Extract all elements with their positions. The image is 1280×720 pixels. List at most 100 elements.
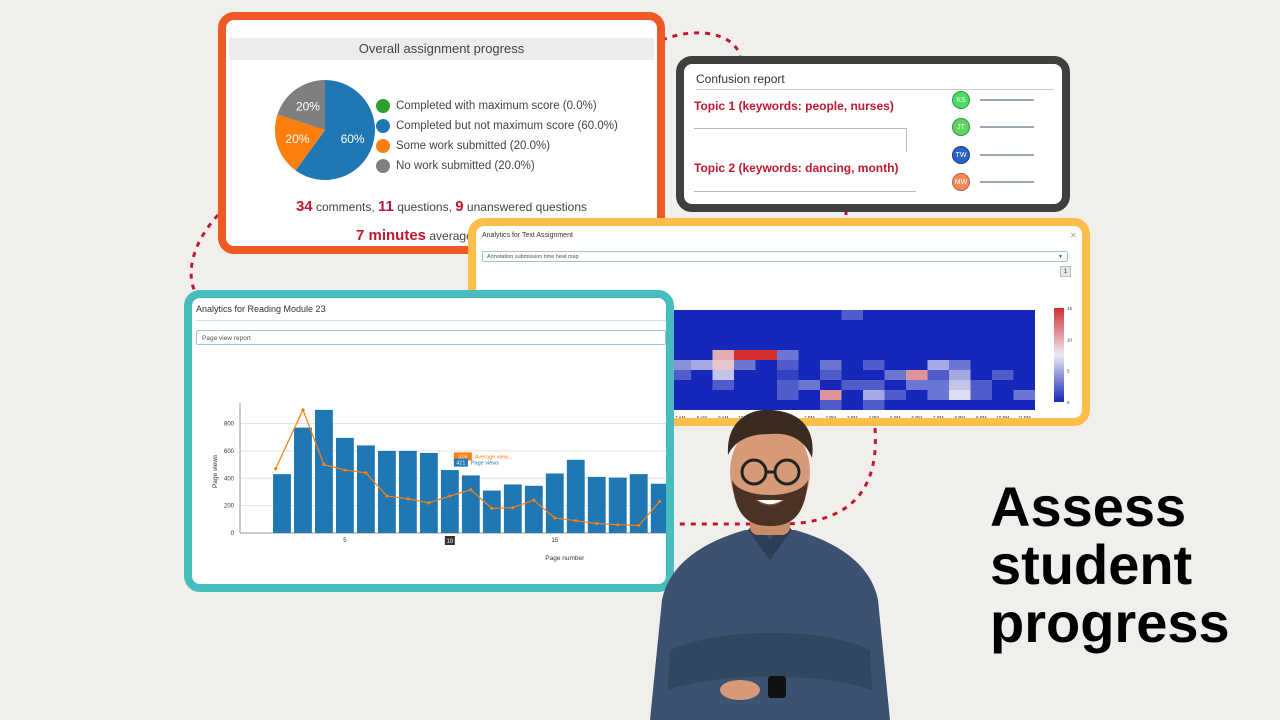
comments-count: 34	[295, 198, 313, 215]
pie-slice-label: 60%	[341, 132, 365, 146]
heatmap-cell	[777, 350, 799, 360]
headline-line-1: Assess	[990, 475, 1187, 538]
progress-card-title: Overall assignment progress	[229, 38, 654, 60]
colorbar-tick: 5	[1067, 369, 1070, 374]
y-tick-label: 200	[224, 504, 235, 510]
heatmap-x-tick: 9 PM	[976, 415, 987, 418]
heatmap-cell	[863, 380, 885, 390]
close-icon[interactable]: ✕	[1070, 231, 1077, 240]
divider	[694, 191, 916, 192]
heatmap-cell	[777, 380, 799, 390]
page-views-chart: 020040060080051015Page numberPage views1…	[212, 403, 666, 562]
comments-label: comments,	[312, 200, 379, 214]
x-tick-label: 15	[551, 538, 558, 544]
connector-progress-confusion	[661, 31, 742, 57]
avatar-jt[interactable]: JT	[952, 118, 970, 136]
heatmap-cell	[712, 360, 734, 370]
heatmap-cell	[884, 390, 906, 400]
topic-2-link[interactable]: Topic 2 (keywords: dancing, month)	[694, 161, 898, 175]
line-point	[448, 494, 452, 498]
headline-line-3: progress	[990, 591, 1230, 654]
divider	[196, 320, 666, 321]
line-point	[553, 516, 557, 520]
heatmap-colorbar	[1054, 308, 1064, 402]
line-point	[427, 501, 431, 505]
bar	[524, 485, 543, 533]
line-point	[274, 467, 278, 471]
heatmap-cell	[777, 370, 799, 380]
legend-label: Completed with maximum score (0.0%)	[396, 100, 597, 112]
heatmap-cell	[712, 380, 734, 390]
heatmap-x-tick: 7 PM	[933, 415, 944, 418]
legend-label: No work submitted (20.0%)	[396, 160, 535, 172]
heatmap-cell	[841, 380, 863, 390]
report-type-select[interactable]: Annotation submission time heat map ▼	[482, 251, 1068, 262]
avatar-tw[interactable]: TW	[952, 146, 970, 164]
bar	[482, 490, 501, 533]
bar	[440, 470, 459, 533]
divider	[694, 128, 906, 129]
discussion-stats: 34 comments, 11 questions, 9 unanswered …	[226, 198, 657, 215]
pie-slice-label: 20%	[285, 132, 309, 146]
heatmap-cell	[927, 390, 949, 400]
heatmap-cell	[820, 370, 842, 380]
heatmap-cell	[884, 370, 906, 380]
heatmap-cell	[777, 390, 799, 400]
bar	[336, 437, 354, 533]
legend-label: Some work submitted (20.0%)	[396, 140, 551, 152]
bar	[377, 450, 396, 533]
line-point	[490, 506, 494, 510]
line-point	[364, 471, 368, 475]
avatar-mw[interactable]: MW	[952, 173, 970, 191]
y-tick-label: 800	[224, 422, 235, 428]
progress-legend: Completed with maximum score (0.0%) Comp…	[376, 96, 618, 176]
heatmap-cell	[906, 370, 928, 380]
colorbar-tick: 0	[1067, 400, 1070, 405]
avatar-bar	[980, 126, 1034, 128]
line-point	[385, 494, 389, 498]
divider	[696, 89, 1054, 90]
legend-item-no-work: No work submitted (20.0%)	[376, 156, 618, 176]
heatmap-x-tick: 8 PM	[954, 415, 965, 418]
line-point	[469, 488, 473, 492]
x-axis-label: Page number	[545, 555, 585, 562]
progress-pie-chart: 60% 20% 20%	[275, 80, 375, 180]
unanswered-count: 9	[455, 198, 464, 215]
heatmap-cell	[949, 380, 971, 390]
page-button[interactable]: 1	[1060, 266, 1071, 277]
legend-item-not-max-score: Completed but not maximum score (60.0%)	[376, 116, 618, 136]
left-hand	[720, 680, 760, 700]
heatmap-cell	[691, 360, 713, 370]
tooltip-average-label: Average view...	[475, 454, 513, 460]
bar	[461, 475, 480, 533]
bar	[273, 474, 291, 533]
heatmap-cell	[863, 360, 885, 370]
report-type-select[interactable]: Page view report	[196, 330, 666, 345]
bar	[294, 427, 312, 533]
hover-x-label: 10	[447, 539, 454, 545]
report-type-value: Annotation submission time heat map	[487, 254, 579, 260]
heatmap-x-tick: 10 PM	[996, 415, 1009, 418]
heatmap-cell	[841, 310, 863, 320]
heatmap-cell	[927, 360, 949, 370]
colorbar-tick: 10	[1067, 337, 1073, 342]
heatmap-cell	[970, 380, 992, 390]
heatmap-cell	[992, 370, 1014, 380]
legend-label: Completed but not maximum score (60.0%)	[396, 120, 618, 132]
topic-1-link[interactable]: Topic 1 (keywords: people, nurses)	[694, 99, 894, 113]
reading-card-title: Analytics for Reading Module 23	[196, 304, 326, 314]
legend-swatch	[376, 119, 390, 133]
avatar-ks[interactable]: KS	[952, 91, 970, 109]
y-tick-label: 0	[231, 531, 235, 537]
bar	[356, 445, 375, 533]
bar	[315, 409, 333, 533]
heatmap-cell	[734, 360, 756, 370]
legend-item-max-score: Completed with maximum score (0.0%)	[376, 96, 618, 116]
bar	[545, 473, 564, 533]
legend-item-some-work: Some work submitted (20.0%)	[376, 136, 618, 156]
person-illustration	[650, 409, 890, 720]
heatmap-card-title: Analytics for Text Assignment	[482, 232, 573, 239]
y-tick-label: 400	[224, 476, 235, 482]
y-axis-label: Page views	[212, 454, 219, 488]
average-minutes-value: 7 minutes	[356, 227, 427, 244]
